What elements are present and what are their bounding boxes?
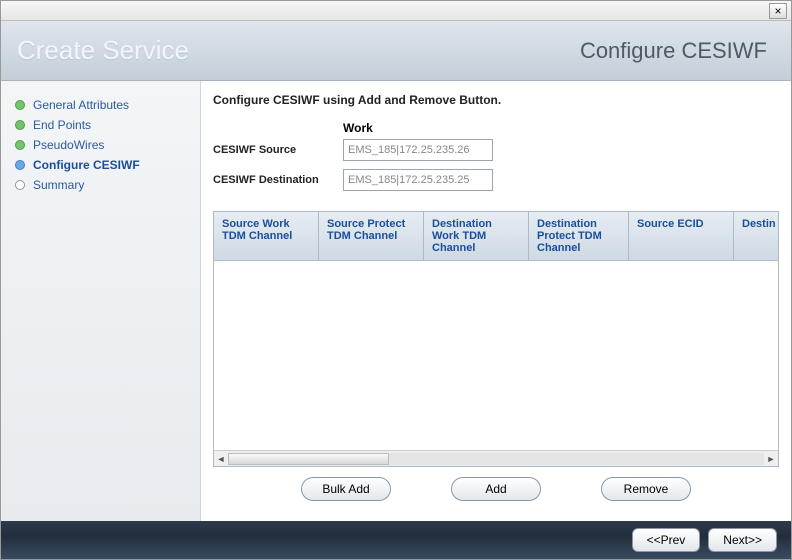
source-input[interactable] [343, 139, 493, 161]
col-source-protect-tdm[interactable]: Source Protect TDM Channel [319, 212, 424, 260]
wizard-title: Create Service [17, 35, 189, 66]
sidebar-item-end-points[interactable]: End Points [11, 115, 190, 135]
body: General Attributes End Points PseudoWire… [1, 81, 791, 521]
col-source-work-tdm[interactable]: Source Work TDM Channel [214, 212, 319, 260]
row-source: CESIWF Source [213, 139, 779, 161]
main-panel: Configure CESIWF using Add and Remove Bu… [201, 81, 791, 521]
status-icon [15, 180, 25, 190]
destination-label: CESIWF Destination [213, 174, 343, 186]
table-body [214, 261, 778, 450]
scroll-track[interactable] [228, 453, 764, 465]
table-header: Source Work TDM Channel Source Protect T… [214, 212, 778, 261]
action-buttons: Bulk Add Add Remove [213, 467, 779, 511]
scroll-left-arrow-icon[interactable]: ◄ [214, 452, 228, 466]
status-icon [15, 100, 25, 110]
header: Create Service Configure CESIWF [1, 21, 791, 81]
sidebar-item-label: PseudoWires [33, 138, 104, 152]
horizontal-scrollbar[interactable]: ◄ ► [214, 450, 778, 466]
sidebar-item-configure-cesiwf[interactable]: Configure CESIWF [11, 155, 190, 175]
col-dest-protect-tdm[interactable]: Destination Protect TDM Channel [529, 212, 629, 260]
step-title: Configure CESIWF [580, 38, 767, 64]
col-destin[interactable]: Destin [734, 212, 778, 260]
footer: <<Prev Next>> [1, 521, 791, 559]
titlebar: × [1, 1, 791, 21]
source-label: CESIWF Source [213, 144, 343, 156]
sidebar-item-general-attributes[interactable]: General Attributes [11, 95, 190, 115]
cesiwf-table: Source Work TDM Channel Source Protect T… [213, 211, 779, 467]
remove-button[interactable]: Remove [601, 477, 691, 501]
status-icon [15, 120, 25, 130]
sidebar: General Attributes End Points PseudoWire… [1, 81, 201, 521]
sidebar-item-label: End Points [33, 118, 91, 132]
bulk-add-button[interactable]: Bulk Add [301, 477, 391, 501]
instruction-text: Configure CESIWF using Add and Remove Bu… [213, 93, 779, 107]
destination-input[interactable] [343, 169, 493, 191]
row-destination: CESIWF Destination [213, 169, 779, 191]
wizard-window: × Create Service Configure CESIWF Genera… [0, 0, 792, 560]
sidebar-item-label: General Attributes [33, 98, 129, 112]
sidebar-item-label: Configure CESIWF [33, 158, 140, 172]
work-heading: Work [343, 121, 779, 135]
scroll-thumb[interactable] [228, 453, 389, 465]
form-area: Work CESIWF Source CESIWF Destination [213, 121, 779, 199]
status-icon [15, 140, 25, 150]
next-button[interactable]: Next>> [708, 528, 777, 552]
sidebar-item-summary[interactable]: Summary [11, 175, 190, 195]
add-button[interactable]: Add [451, 477, 541, 501]
prev-button[interactable]: <<Prev [632, 528, 701, 552]
col-dest-work-tdm[interactable]: Destination Work TDM Channel [424, 212, 529, 260]
sidebar-item-label: Summary [33, 178, 84, 192]
scroll-right-arrow-icon[interactable]: ► [764, 452, 778, 466]
status-icon [15, 160, 25, 170]
sidebar-item-pseudowires[interactable]: PseudoWires [11, 135, 190, 155]
close-button[interactable]: × [769, 3, 787, 19]
col-source-ecid[interactable]: Source ECID [629, 212, 734, 260]
